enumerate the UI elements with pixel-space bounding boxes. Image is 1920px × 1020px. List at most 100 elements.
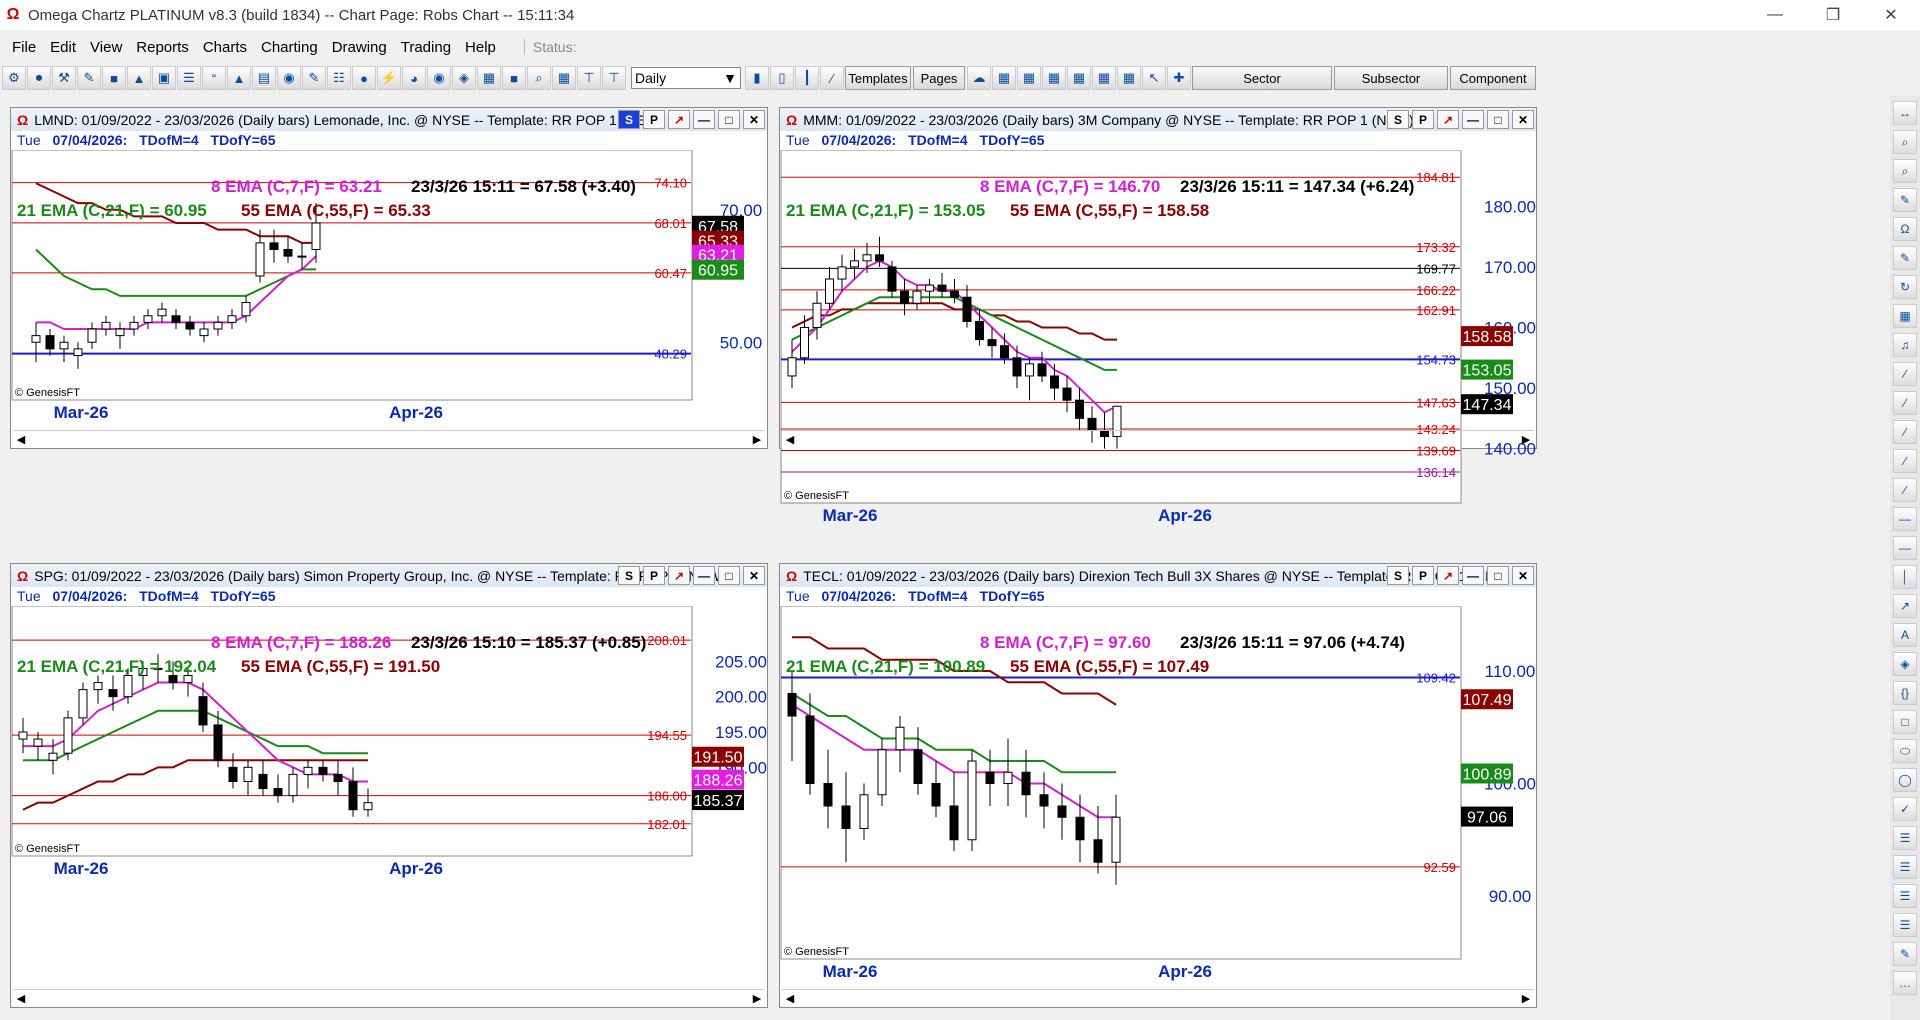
menu-reports[interactable]: Reports <box>134 39 191 56</box>
price-chart[interactable]: 74.1068.0160.4748.2970.0050.008 EMA (C,7… <box>11 150 769 430</box>
pages-button[interactable]: Pages <box>913 66 965 90</box>
horizontal-scrollbar[interactable]: ◀ ▶ <box>13 989 765 1005</box>
chart-titlebar[interactable]: Ω LMND: 01/09/2022 - 23/03/2026 (Daily b… <box>11 108 767 131</box>
toolbar-icon[interactable]: “ <box>202 66 226 90</box>
period-select[interactable]: Daily ▼ <box>631 67 741 89</box>
chart-window-lmnd[interactable]: Ω LMND: 01/09/2022 - 23/03/2026 (Daily b… <box>10 107 768 449</box>
minimize-icon[interactable]: — <box>693 110 715 129</box>
tool-icon[interactable]: ▦ <box>1893 304 1917 328</box>
toolbar-icon[interactable]: ◕ <box>402 66 426 90</box>
rect-icon[interactable]: □ <box>1893 710 1917 734</box>
scroll-left-icon[interactable]: ◀ <box>13 431 29 447</box>
maximize-icon[interactable]: □ <box>718 566 740 585</box>
toolbar-icon[interactable]: ✎ <box>77 66 101 90</box>
p-button[interactable]: P <box>1412 566 1434 585</box>
menu-help[interactable]: Help <box>463 39 498 56</box>
templates-button[interactable]: Templates <box>845 66 911 90</box>
hline-icon[interactable]: — <box>1893 536 1917 560</box>
scroll-left-icon[interactable]: ◀ <box>782 990 798 1006</box>
toolbar-icon[interactable]: ▦ <box>552 66 576 90</box>
s-button[interactable]: S <box>618 566 640 585</box>
menu-edit[interactable]: Edit <box>48 39 78 56</box>
popout-icon[interactable]: ↗ <box>668 566 690 585</box>
toolbar-icon[interactable]: ▦ <box>1117 66 1141 90</box>
toolbar-icon[interactable]: ⌕ <box>527 66 551 90</box>
line-icon[interactable]: ∕ <box>1893 449 1917 473</box>
price-chart[interactable]: 184.81 173.32 169.77 166.22 162.91 154.73 147.… <box>780 150 1538 533</box>
toolbar-icon[interactable]: ✎ <box>302 66 326 90</box>
chart-window-tecl[interactable]: Ω TECL: 01/09/2022 - 23/03/2026 (Daily b… <box>779 563 1537 1008</box>
toolbar-icon[interactable]: ▦ <box>1067 66 1091 90</box>
pencil-icon[interactable]: ✎ <box>1893 188 1917 212</box>
toolbar-icon[interactable]: ⏺ <box>27 66 51 90</box>
crosshair-icon[interactable]: ✚ <box>1167 66 1191 90</box>
close-icon[interactable]: ✕ <box>1512 110 1534 129</box>
price-chart[interactable]: 208.01 194.55 186.00 182.01 205.00 200.00 195.… <box>11 606 769 886</box>
toolbar-icon[interactable]: ◉ <box>427 66 451 90</box>
p-button[interactable]: P <box>643 566 665 585</box>
sector-button[interactable]: Sector <box>1192 66 1332 90</box>
line-icon[interactable]: ∕ <box>1893 478 1917 502</box>
toolbar-icon[interactable]: ☰ <box>177 66 201 90</box>
toolbar-icon[interactable]: ◈ <box>452 66 476 90</box>
maximize-icon[interactable]: □ <box>1487 566 1509 585</box>
text-icon[interactable]: A <box>1893 623 1917 647</box>
menu-charts[interactable]: Charts <box>201 39 249 56</box>
chart-titlebar[interactable]: Ω SPG: 01/09/2022 - 23/03/2026 (Daily ba… <box>11 564 767 587</box>
toolbar-icon[interactable]: ▲ <box>227 66 251 90</box>
fib-icon[interactable]: ☰ <box>1893 884 1917 908</box>
toolbar-icon[interactable]: ▣ <box>152 66 176 90</box>
bar-chart-icon[interactable]: ▮ <box>745 66 769 90</box>
menu-drawing[interactable]: Drawing <box>330 39 389 56</box>
scroll-right-icon[interactable]: ▶ <box>749 990 765 1006</box>
minimize-icon[interactable]: — <box>1462 110 1484 129</box>
hline-icon[interactable]: — <box>1893 507 1917 531</box>
line-chart-icon[interactable]: ∕ <box>820 66 844 90</box>
omega-icon[interactable]: Ω <box>1893 217 1917 241</box>
close-icon[interactable]: ✕ <box>1512 566 1534 585</box>
scroll-right-icon[interactable]: ▶ <box>749 431 765 447</box>
toolbar-icon[interactable]: ☁ <box>967 66 991 90</box>
circle-icon[interactable]: ◯ <box>1893 768 1917 792</box>
zoom-in-icon[interactable]: ⌕ <box>1893 130 1917 154</box>
pen-icon[interactable]: ✎ <box>1893 246 1917 270</box>
s-button[interactable]: S <box>1387 110 1409 129</box>
line-icon[interactable]: ∕ <box>1893 362 1917 386</box>
line-icon[interactable]: ∕ <box>1893 391 1917 415</box>
restore-icon[interactable]: ❐ <box>1804 0 1862 30</box>
minimize-icon[interactable]: — <box>693 566 715 585</box>
toolbar-icon[interactable]: ▲ <box>127 66 151 90</box>
toolbar-icon[interactable]: ■ <box>502 66 526 90</box>
fib-icon[interactable]: ☰ <box>1893 855 1917 879</box>
check-icon[interactable]: ✓ <box>1893 797 1917 821</box>
chart-titlebar[interactable]: Ω MMM: 01/09/2022 - 23/03/2026 (Daily ba… <box>780 108 1536 131</box>
ohlc-chart-icon[interactable]: ┃ <box>795 66 819 90</box>
toolbar-icon[interactable]: ⚙ <box>2 66 26 90</box>
minimize-icon[interactable]: — <box>1746 0 1804 30</box>
popout-icon[interactable]: ↗ <box>1437 110 1459 129</box>
toolbar-icon[interactable]: ■ <box>102 66 126 90</box>
horizontal-scrollbar[interactable]: ◀ ▶ <box>13 430 765 446</box>
popout-icon[interactable]: ↗ <box>1437 566 1459 585</box>
horizontal-scrollbar[interactable]: ◀ ▶ <box>782 430 1534 446</box>
p-button[interactable]: P <box>643 110 665 129</box>
toolbar-icon[interactable]: ▦ <box>1017 66 1041 90</box>
toolbar-icon[interactable]: ▦ <box>1042 66 1066 90</box>
close-icon[interactable]: ✕ <box>743 566 765 585</box>
horizontal-scrollbar[interactable]: ◀ ▶ <box>782 989 1534 1005</box>
ellipse-icon[interactable]: ⬭ <box>1893 739 1917 763</box>
toolbar-icon[interactable]: ▤ <box>252 66 276 90</box>
toolbar-icon[interactable]: ⚡ <box>377 66 401 90</box>
maximize-icon[interactable]: □ <box>1487 110 1509 129</box>
price-chart[interactable]: 109.4292.59110.00100.0090.008 EMA (C,7,F… <box>780 606 1538 989</box>
toolbar-icon[interactable]: ◉ <box>277 66 301 90</box>
toolbar-icon[interactable]: ⊤ <box>602 66 626 90</box>
toolbar-icon[interactable]: ▦ <box>992 66 1016 90</box>
popout-icon[interactable]: ↗ <box>668 110 690 129</box>
vline-icon[interactable]: │ <box>1893 565 1917 589</box>
p-button[interactable]: P <box>1412 110 1434 129</box>
scroll-left-icon[interactable]: ◀ <box>13 990 29 1006</box>
maximize-icon[interactable]: □ <box>718 110 740 129</box>
brace-icon[interactable]: {} <box>1893 681 1917 705</box>
subsector-button[interactable]: Subsector <box>1334 66 1448 90</box>
